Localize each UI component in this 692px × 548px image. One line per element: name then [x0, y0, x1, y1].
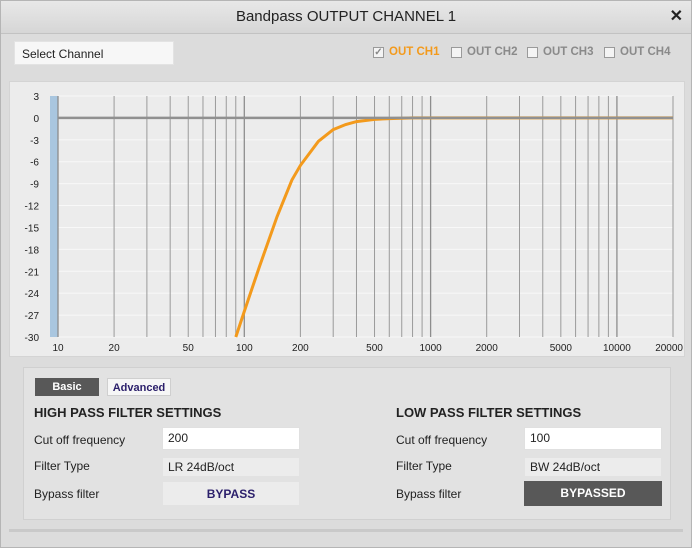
x-tick-label: 2000 — [476, 343, 499, 354]
y-tick-label: -24 — [25, 289, 40, 300]
channel-label: OUT CH4 — [620, 46, 671, 58]
x-tick-label: 1000 — [419, 343, 442, 354]
lp-bypass-label: Bypass filter — [396, 487, 462, 501]
low-pass-title: LOW PASS FILTER SETTINGS — [396, 405, 582, 420]
y-tick-label: 3 — [33, 92, 39, 103]
y-tick-label: -30 — [25, 333, 40, 344]
select-channel-dropdown[interactable]: Select Channel — [14, 41, 174, 65]
hp-cutoff-input[interactable]: 200 — [162, 427, 300, 450]
lp-filter-type-label: Filter Type — [396, 459, 452, 473]
lp-bypassed-button[interactable]: BYPASSED — [524, 481, 662, 506]
tab-advanced[interactable]: Advanced — [107, 378, 171, 396]
hp-cutoff-label: Cut off frequency — [34, 433, 126, 447]
channel-label: OUT CH3 — [543, 46, 594, 58]
axis-band — [50, 96, 58, 337]
y-tick-label: 0 — [33, 114, 39, 125]
x-tick-label: 50 — [183, 343, 195, 354]
high-pass-title: HIGH PASS FILTER SETTINGS — [34, 405, 222, 420]
y-tick-label: -27 — [25, 311, 40, 322]
filter-settings-panel: Basic Advanced HIGH PASS FILTER SETTINGS… — [23, 367, 671, 520]
chart-svg: 3 0 -3 -6 -9 -12 -15 -18 -21 -24 -27 -30 10 20 50 100 20… — [25, 92, 684, 354]
plot-area — [58, 96, 673, 337]
hp-filter-type-select[interactable]: LR 24dB/oct — [162, 457, 300, 477]
channel-label: OUT CH1 — [389, 46, 440, 58]
y-tick-label: -18 — [25, 245, 40, 256]
checkbox-icon[interactable] — [604, 46, 615, 58]
channel-checkbox-ch1[interactable]: ✓ OUT CH1 — [373, 46, 439, 58]
y-tick-label: -9 — [30, 180, 39, 191]
x-tick-label: 200 — [292, 343, 309, 354]
y-tick-label: -3 — [30, 136, 39, 147]
hp-filter-type-label: Filter Type — [34, 459, 90, 473]
window-title: Bandpass OUTPUT CHANNEL 1 — [235, 8, 457, 25]
y-tick-label: -15 — [25, 223, 40, 234]
y-tick-label: -6 — [30, 158, 39, 169]
close-icon[interactable]: ✕ — [670, 6, 683, 26]
checkbox-icon[interactable] — [451, 46, 462, 58]
channel-checkbox-ch2[interactable]: OUT CH2 — [451, 46, 517, 58]
dialog-window: Bandpass OUTPUT CHANNEL 1 ✕ Select Chann… — [0, 0, 692, 548]
frequency-response-chart: 3 0 -3 -6 -9 -12 -15 -18 -21 -24 -27 -30 10 20 50 100 20… — [9, 81, 685, 357]
x-tick-label: 5000 — [550, 343, 573, 354]
tab-basic[interactable]: Basic — [35, 378, 99, 396]
x-tick-label: 10000 — [603, 343, 631, 354]
channel-checkbox-ch3[interactable]: OUT CH3 — [527, 46, 593, 58]
hp-bypass-button[interactable]: BYPASS — [162, 481, 300, 506]
bottom-divider — [9, 529, 683, 532]
checkbox-icon[interactable] — [527, 46, 538, 58]
hp-bypass-label: Bypass filter — [34, 487, 100, 501]
x-tick-label: 20000 — [655, 343, 683, 354]
channel-checkbox-ch4[interactable]: OUT CH4 — [604, 46, 670, 58]
checkbox-checked-icon[interactable]: ✓ — [373, 46, 384, 58]
x-tick-label: 10 — [52, 343, 64, 354]
title-bar: Bandpass OUTPUT CHANNEL 1 ✕ — [1, 1, 691, 34]
lp-filter-type-select[interactable]: BW 24dB/oct — [524, 457, 662, 477]
x-tick-label: 20 — [109, 343, 121, 354]
lp-cutoff-label: Cut off frequency — [396, 433, 488, 447]
lp-cutoff-input[interactable]: 100 — [524, 427, 662, 450]
channel-label: OUT CH2 — [467, 46, 518, 58]
y-tick-label: -12 — [25, 202, 40, 213]
y-tick-label: -21 — [25, 267, 40, 278]
x-tick-label: 500 — [366, 343, 383, 354]
x-tick-label: 100 — [236, 343, 253, 354]
